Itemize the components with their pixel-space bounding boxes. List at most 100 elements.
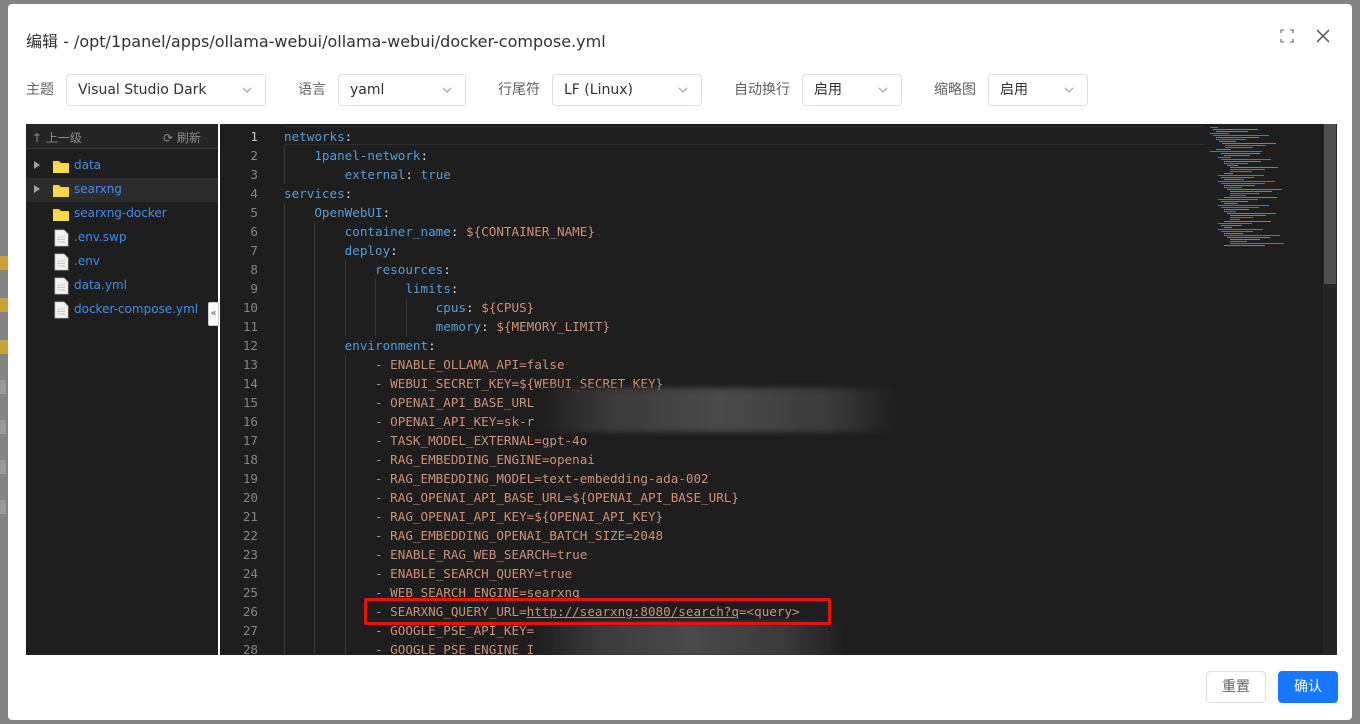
code-line[interactable]: 4 services:: [220, 184, 1320, 203]
line-number: 17: [242, 433, 258, 448]
line-number: 12: [242, 338, 258, 353]
minimap[interactable]: [1210, 124, 1320, 264]
folder-icon: [53, 185, 69, 197]
chevron-down-icon: [878, 87, 888, 93]
minimap-line: [1230, 239, 1260, 240]
minimap-line: [1227, 237, 1270, 238]
minimap-line: [1218, 175, 1264, 176]
collapse-tree-button[interactable]: «: [208, 302, 219, 326]
theme-value: Visual Studio Dark: [78, 82, 207, 98]
line-number: 10: [242, 300, 258, 315]
line-number: 22: [242, 528, 258, 543]
close-icon[interactable]: [1313, 26, 1333, 46]
minimap-line: [1230, 243, 1284, 244]
minimap-line: [1224, 211, 1236, 212]
file-icon: [54, 301, 69, 319]
code-line[interactable]: 7 deploy:: [220, 241, 1320, 260]
code-line[interactable]: 19 - RAG_EMBEDDING_MODEL=text-embedding-…: [220, 469, 1320, 488]
code-line[interactable]: 23 - ENABLE_RAG_WEB_SEARCH=true: [220, 545, 1320, 564]
code-line[interactable]: 22 - RAG_EMBEDDING_OPENAI_BATCH_SIZE=204…: [220, 526, 1320, 545]
editor-scrollbar[interactable]: [1323, 124, 1337, 655]
minimap-line: [1218, 223, 1252, 224]
minimap-select[interactable]: 启用: [988, 74, 1088, 106]
line-number: 5: [250, 205, 258, 220]
tree-item-label: data: [74, 158, 102, 172]
minimap-line: [1216, 139, 1246, 140]
code-text: container_name: ${CONTAINER_NAME}: [344, 224, 595, 239]
word-wrap-label: 自动换行: [734, 82, 790, 98]
tree-file-item[interactable]: docker-compose.yml: [26, 298, 218, 322]
eol-select[interactable]: LF (Linux): [552, 74, 702, 106]
code-text: - ENABLE_OLLAMA_API=false: [375, 357, 565, 372]
refresh-button[interactable]: ⟳ 刷新: [163, 129, 201, 146]
parent-directory-button[interactable]: ↑ 上一级: [32, 129, 82, 146]
code-line[interactable]: 12 environment:: [220, 336, 1320, 355]
code-line[interactable]: 6 container_name: ${CONTAINER_NAME}: [220, 222, 1320, 241]
minimap-line: [1224, 161, 1261, 162]
code-line[interactable]: 10 cpus: ${CPUS}: [220, 298, 1320, 317]
minimap-line: [1227, 213, 1276, 214]
minimap-line: [1219, 141, 1236, 142]
minimap-label: 缩略图: [934, 82, 976, 98]
code-text: - OPENAI_API_BASE_URL: [375, 395, 535, 410]
bg-file-icon: [0, 420, 6, 434]
code-line[interactable]: 9 limits:: [220, 279, 1320, 298]
code-line[interactable]: 20 - RAG_OPENAI_API_BASE_URL=${OPENAI_AP…: [220, 488, 1320, 507]
code-line[interactable]: 17 - TASK_MODEL_EXTERNAL=gpt-4o: [220, 431, 1320, 450]
tree-folder-item[interactable]: searxng-docker: [26, 202, 218, 226]
code-text: - ENABLE_SEARCH_QUERY=true: [375, 566, 573, 581]
code-line[interactable]: 24 - ENABLE_SEARCH_QUERY=true: [220, 564, 1320, 583]
code-line[interactable]: 11 memory: ${MEMORY_LIMIT}: [220, 317, 1320, 336]
code-text: memory: ${MEMORY_LIMIT}: [435, 319, 611, 334]
minimap-line: [1210, 133, 1229, 134]
bg-file-icon: [0, 380, 6, 394]
code-text: cpus: ${CPUS}: [435, 300, 535, 315]
caret-right-icon[interactable]: [34, 161, 40, 169]
code-line[interactable]: 21 - RAG_OPENAI_API_KEY=${OPENAI_API_KEY…: [220, 507, 1320, 526]
minimap-line: [1218, 181, 1275, 182]
line-number: 6: [250, 224, 258, 239]
line-number: 26: [242, 604, 258, 619]
caret-right-icon[interactable]: [34, 185, 40, 193]
code-line[interactable]: 18 - RAG_EMBEDDING_ENGINE=openai: [220, 450, 1320, 469]
code-line[interactable]: 1 networks:: [220, 127, 1320, 146]
code-line[interactable]: 2 1panel-network:: [220, 146, 1320, 165]
scrollbar-thumb[interactable]: [1324, 124, 1336, 284]
code-line[interactable]: 3 external: true: [220, 165, 1320, 184]
confirm-button[interactable]: 确认: [1278, 671, 1338, 703]
theme-select[interactable]: Visual Studio Dark: [66, 74, 266, 106]
minimap-line: [1227, 189, 1282, 190]
chevron-down-icon: [442, 87, 452, 93]
minimap-line: [1221, 159, 1271, 160]
minimap-line: [1221, 231, 1253, 232]
minimap-line: [1221, 153, 1260, 154]
line-number: 23: [242, 547, 258, 562]
line-number: 19: [242, 471, 258, 486]
code-line[interactable]: 8 resources:: [220, 260, 1320, 279]
tree-file-item[interactable]: .env.swp: [26, 226, 218, 250]
tree-folder-item[interactable]: data: [26, 154, 218, 178]
word-wrap-select[interactable]: 启用: [802, 74, 902, 106]
tree-file-item[interactable]: .env: [26, 250, 218, 274]
refresh-label: 刷新: [176, 131, 201, 145]
code-text: services:: [284, 186, 353, 201]
language-select[interactable]: yaml: [338, 74, 466, 106]
file-tree-header: ↑ 上一级 ⟳ 刷新: [26, 124, 218, 149]
code-editor[interactable]: 1 networks: 2 1panel-network: 3 external: t…: [220, 124, 1337, 655]
fullscreen-icon[interactable]: [1277, 26, 1297, 46]
tree-file-item[interactable]: data.yml: [26, 274, 218, 298]
code-text: - RAG_OPENAI_API_KEY=${OPENAI_API_KEY}: [375, 509, 664, 524]
minimap-line: [1230, 215, 1266, 216]
code-text: - RAG_EMBEDDING_MODEL=text-embedding-ada…: [375, 471, 709, 486]
minimap-line: [1224, 203, 1238, 204]
reset-button[interactable]: 重置: [1206, 671, 1266, 703]
code-line[interactable]: 5 OpenWebUI:: [220, 203, 1320, 222]
minimap-line: [1216, 149, 1231, 150]
minimap-line: [1230, 167, 1278, 168]
code-line[interactable]: 13 - ENABLE_OLLAMA_API=false: [220, 355, 1320, 374]
line-number: 20: [242, 490, 258, 505]
code-text: - TASK_MODEL_EXTERNAL=gpt-4o: [375, 433, 588, 448]
tree-folder-item[interactable]: searxng: [26, 178, 218, 202]
line-number: 28: [242, 642, 258, 655]
code-text: - ENABLE_RAG_WEB_SEARCH=true: [375, 547, 588, 562]
